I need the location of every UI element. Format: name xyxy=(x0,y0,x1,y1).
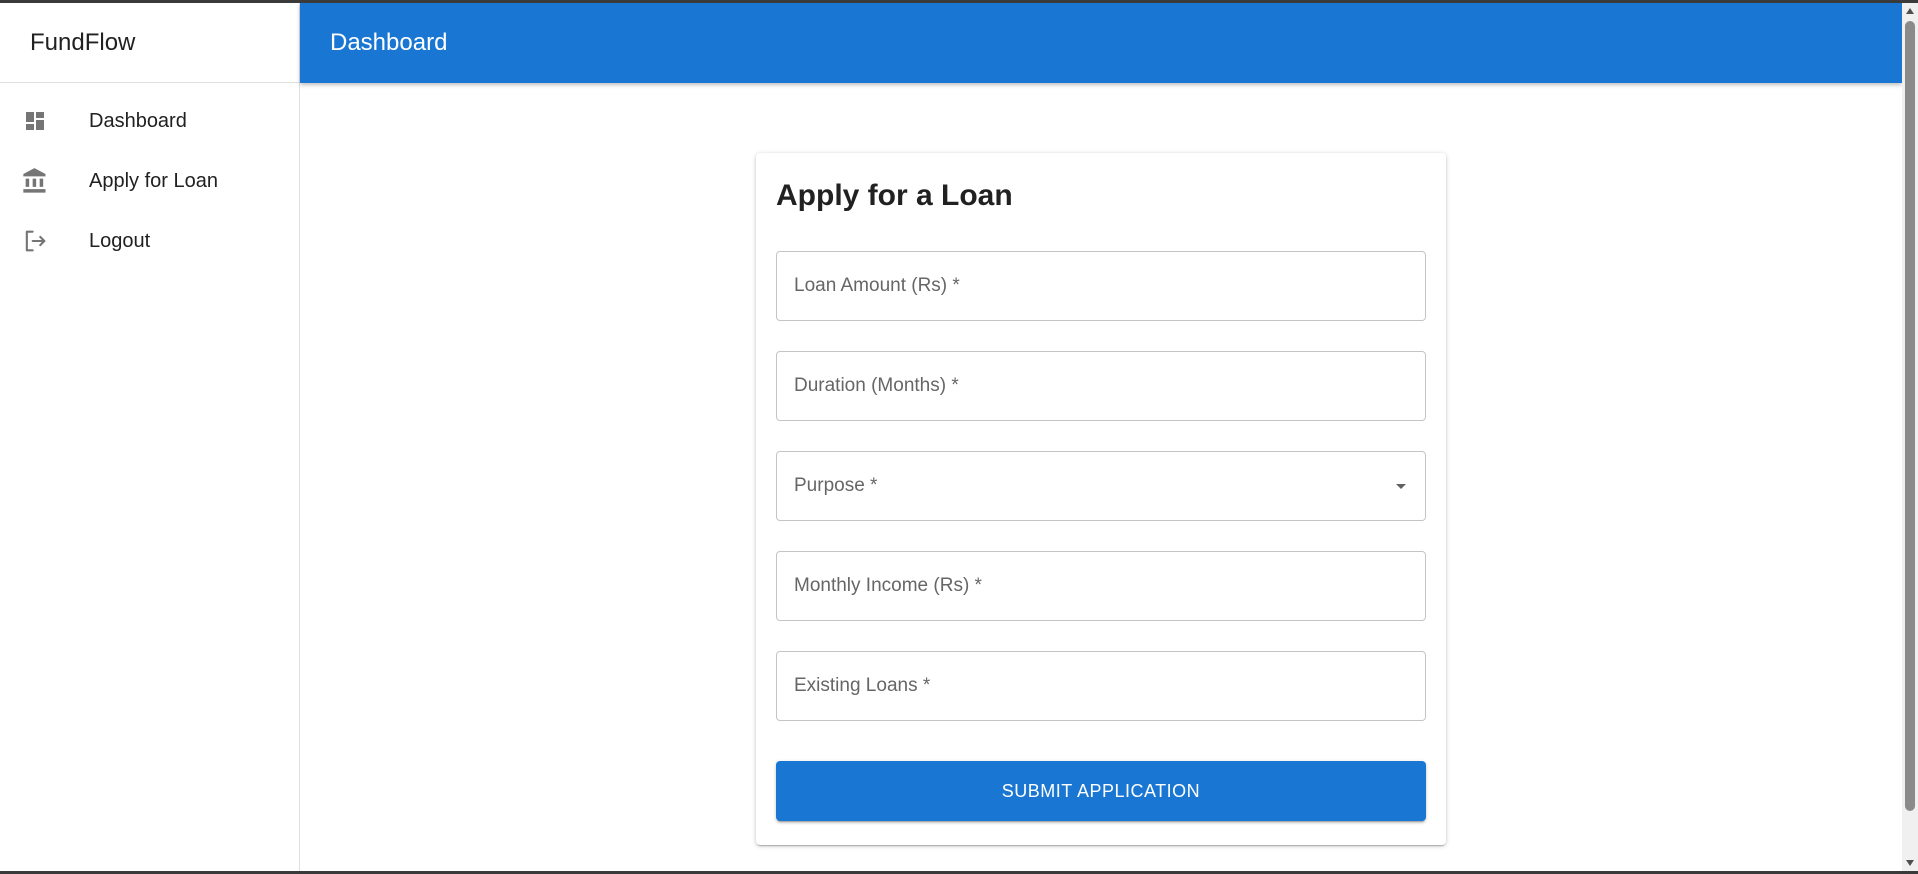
vertical-scrollbar[interactable] xyxy=(1902,3,1918,871)
bank-icon xyxy=(21,167,49,195)
dropdown-arrow-icon xyxy=(1389,474,1413,498)
loan-amount-label: Loan Amount (Rs) * xyxy=(794,275,960,296)
dashboard-icon xyxy=(21,107,49,135)
monthly-income-label: Monthly Income (Rs) * xyxy=(794,575,982,596)
brand-bar: FundFlow xyxy=(0,3,299,83)
form-title: Apply for a Loan xyxy=(776,179,1013,212)
purpose-label: Purpose * xyxy=(794,475,878,496)
app-window: FundFlow Dashboard Apply for Loan Logout… xyxy=(0,3,1902,871)
loan-application-card: Apply for a Loan Loan Amount (Rs) * Dura… xyxy=(756,153,1446,845)
scroll-down-arrow-icon[interactable] xyxy=(1902,855,1918,871)
sidebar-nav: Dashboard Apply for Loan Logout xyxy=(0,83,299,271)
sidebar-item-label: Dashboard xyxy=(89,109,187,132)
sidebar: FundFlow Dashboard Apply for Loan Logout xyxy=(0,3,300,871)
sidebar-item-apply-for-loan[interactable]: Apply for Loan xyxy=(0,151,299,211)
logout-icon xyxy=(21,227,49,255)
page-title: Dashboard xyxy=(330,29,448,56)
monthly-income-field[interactable]: Monthly Income (Rs) * xyxy=(776,551,1426,621)
scrollbar-thumb[interactable] xyxy=(1905,21,1915,811)
duration-field[interactable]: Duration (Months) * xyxy=(776,351,1426,421)
brand-logo-text: FundFlow xyxy=(30,28,136,56)
sidebar-item-logout[interactable]: Logout xyxy=(0,211,299,271)
loan-amount-field[interactable]: Loan Amount (Rs) * xyxy=(776,251,1426,321)
scroll-up-arrow-icon[interactable] xyxy=(1902,3,1918,19)
sidebar-item-dashboard[interactable]: Dashboard xyxy=(0,91,299,151)
top-app-bar: Dashboard xyxy=(300,3,1902,83)
sidebar-item-label: Apply for Loan xyxy=(89,169,218,192)
existing-loans-field[interactable]: Existing Loans * xyxy=(776,651,1426,721)
purpose-select[interactable]: Purpose * xyxy=(776,451,1426,521)
sidebar-item-label: Logout xyxy=(89,229,151,252)
existing-loans-label: Existing Loans * xyxy=(794,675,931,696)
duration-label: Duration (Months) * xyxy=(794,375,959,396)
submit-application-button[interactable]: SUBMIT APPLICATION xyxy=(776,761,1426,821)
